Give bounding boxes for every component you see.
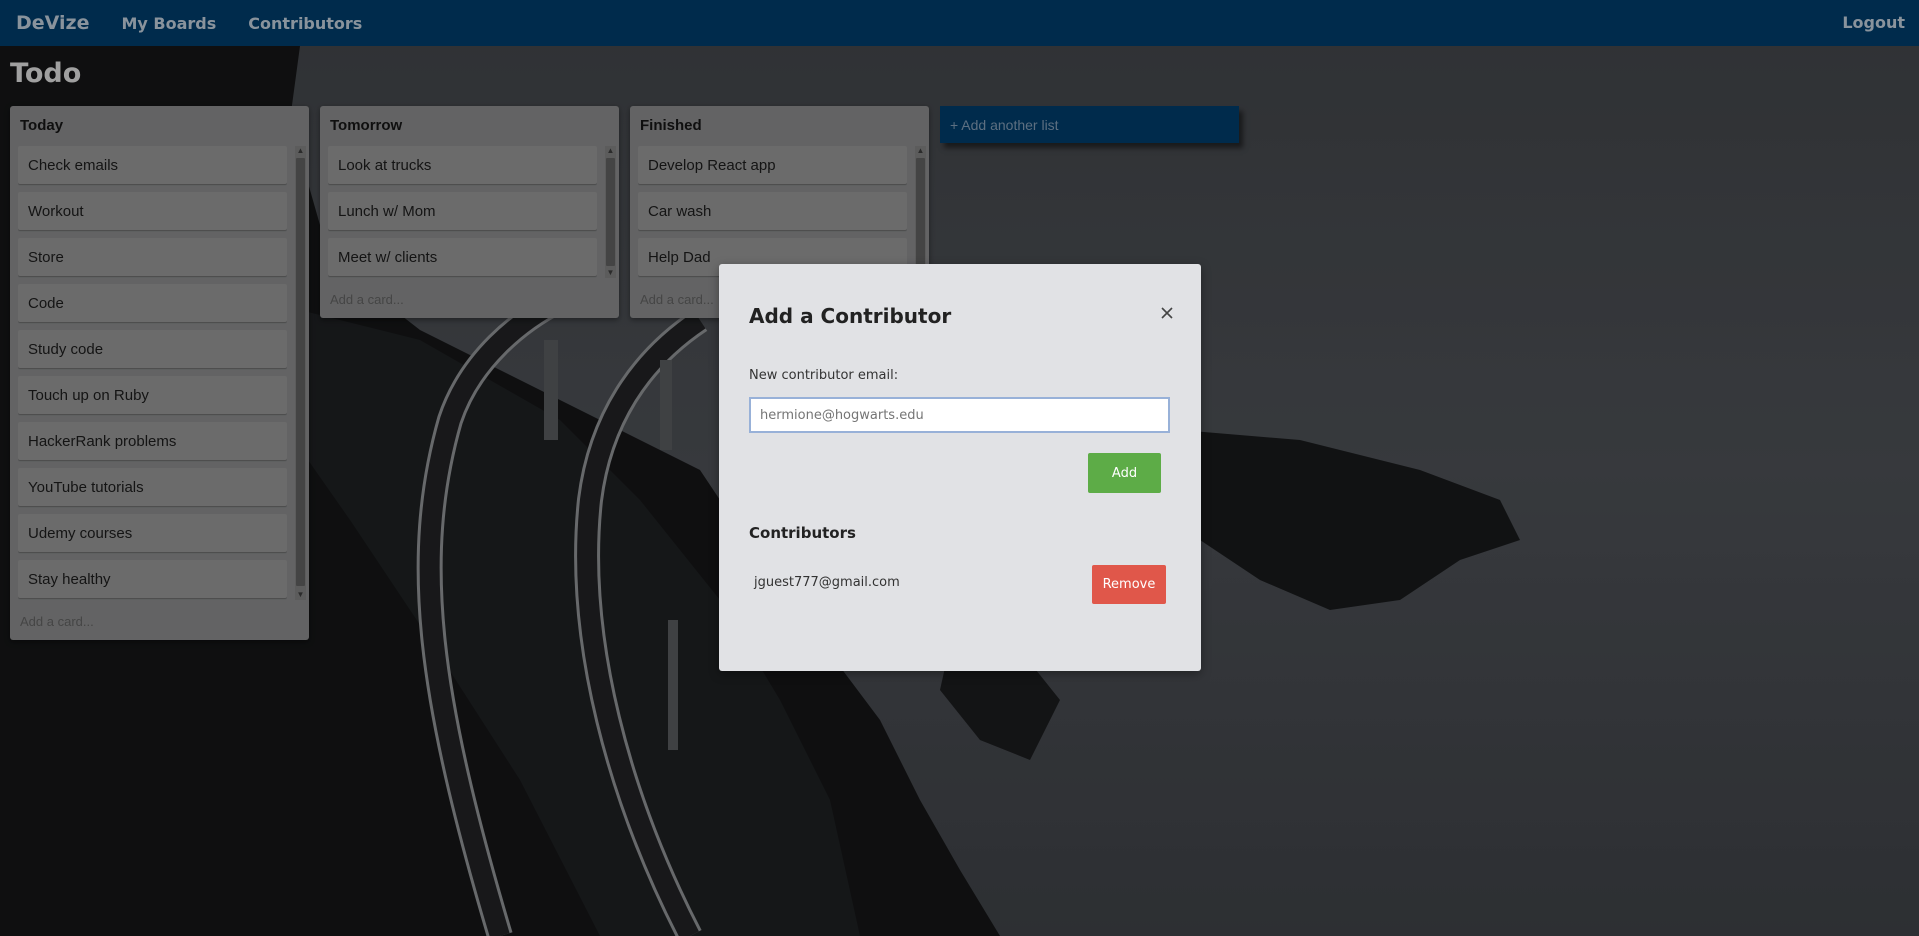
- modal-title: Add a Contributor: [749, 304, 952, 328]
- remove-contributor-button[interactable]: Remove: [1092, 565, 1166, 604]
- add-contributor-button[interactable]: Add: [1088, 453, 1161, 493]
- contributors-heading: Contributors: [749, 524, 856, 542]
- close-icon[interactable]: [1157, 303, 1177, 323]
- email-field-label: New contributor email:: [749, 368, 899, 383]
- contributor-email: jguest777@gmail.com: [754, 575, 900, 590]
- contributor-email-input[interactable]: [749, 397, 1170, 433]
- add-contributor-modal: Add a Contributor New contributor email:…: [719, 264, 1201, 671]
